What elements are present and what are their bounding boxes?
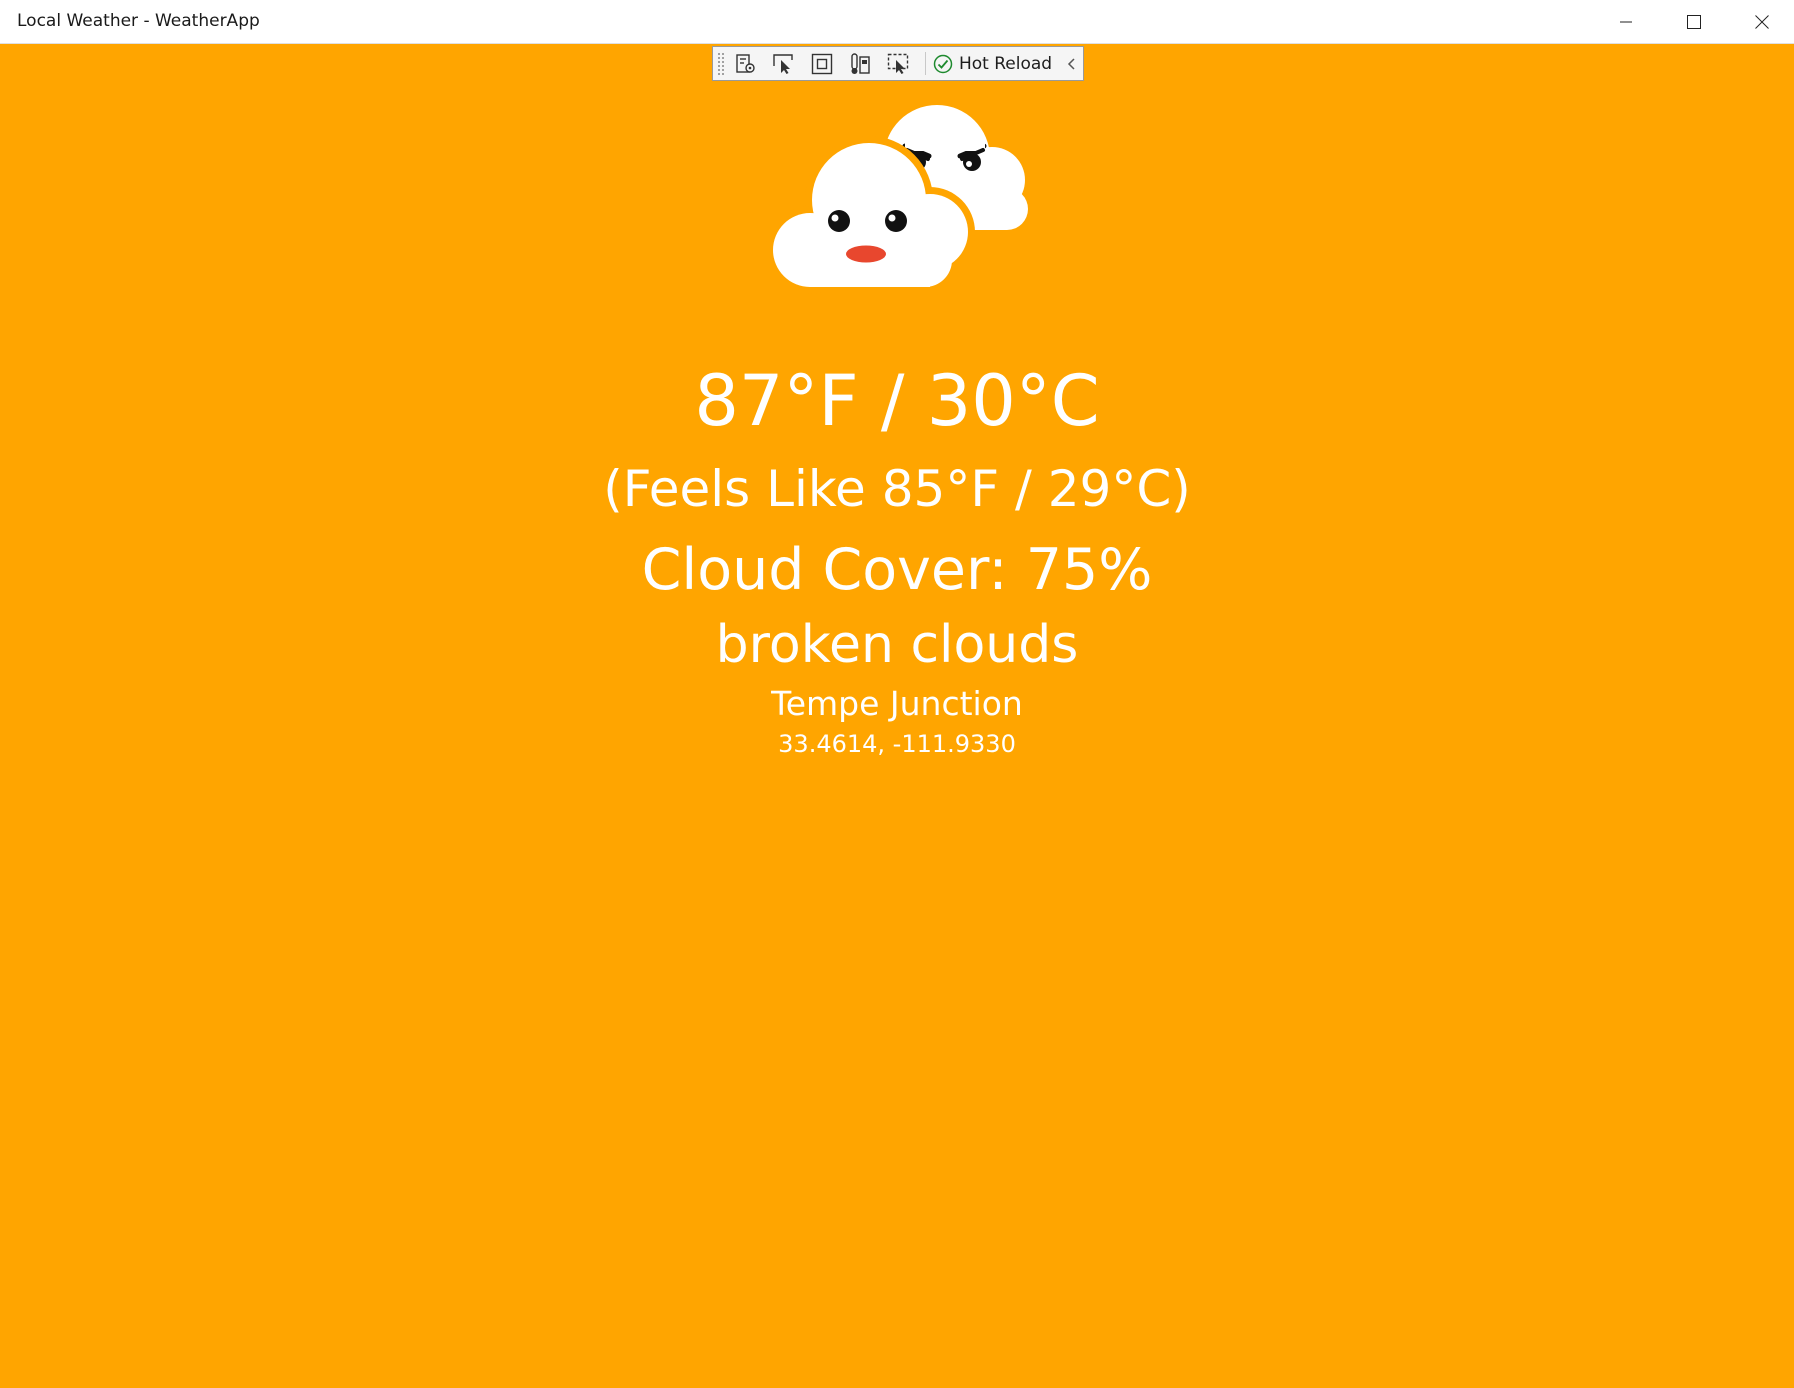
hot-reload-status[interactable]: Hot Reload [933,50,1052,77]
maximize-icon [1687,15,1701,29]
track-focus-icon [851,52,870,74]
preview-selection-icon [887,53,909,74]
close-button[interactable] [1728,0,1794,44]
check-circle-icon [933,54,953,73]
select-element-icon [773,53,793,74]
title-bar[interactable]: Local Weather - WeatherApp [0,0,1794,44]
toolbar-separator [925,52,926,75]
broken-clouds-icon [766,105,1028,294]
live-visual-tree-button[interactable] [731,50,761,77]
coordinates: 33.4614, -111.9330 [778,730,1016,758]
collapse-toolbar-button[interactable] [1063,50,1081,77]
location-name: Tempe Junction [771,684,1023,723]
live-visual-tree-icon [736,53,755,73]
cloud-cover: Cloud Cover: 75% [641,537,1153,603]
xaml-debug-toolbar: Hot Reload [712,46,1084,81]
display-layout-adorners-icon [811,53,833,74]
preview-selection-button[interactable] [883,50,913,77]
minimize-button[interactable] [1592,0,1660,44]
track-focus-button[interactable] [845,50,875,77]
hot-reload-label: Hot Reload [959,53,1053,74]
temperature: 87°F / 30°C [694,360,1100,442]
weather-description: broken clouds [715,615,1079,675]
layout-adorners-button[interactable] [807,50,837,77]
toolbar-drag-handle[interactable] [717,52,725,75]
select-element-button[interactable] [769,50,799,77]
app-window: Local Weather - WeatherApp Hot Reload 87… [0,0,1794,1388]
minimize-icon [1620,21,1632,23]
window-title: Local Weather - WeatherApp [17,11,260,31]
maximize-button[interactable] [1660,0,1728,44]
close-icon [1755,15,1769,29]
chevron-left-icon [1067,57,1075,70]
feels-like: (Feels Like 85°F / 29°C) [603,460,1191,518]
